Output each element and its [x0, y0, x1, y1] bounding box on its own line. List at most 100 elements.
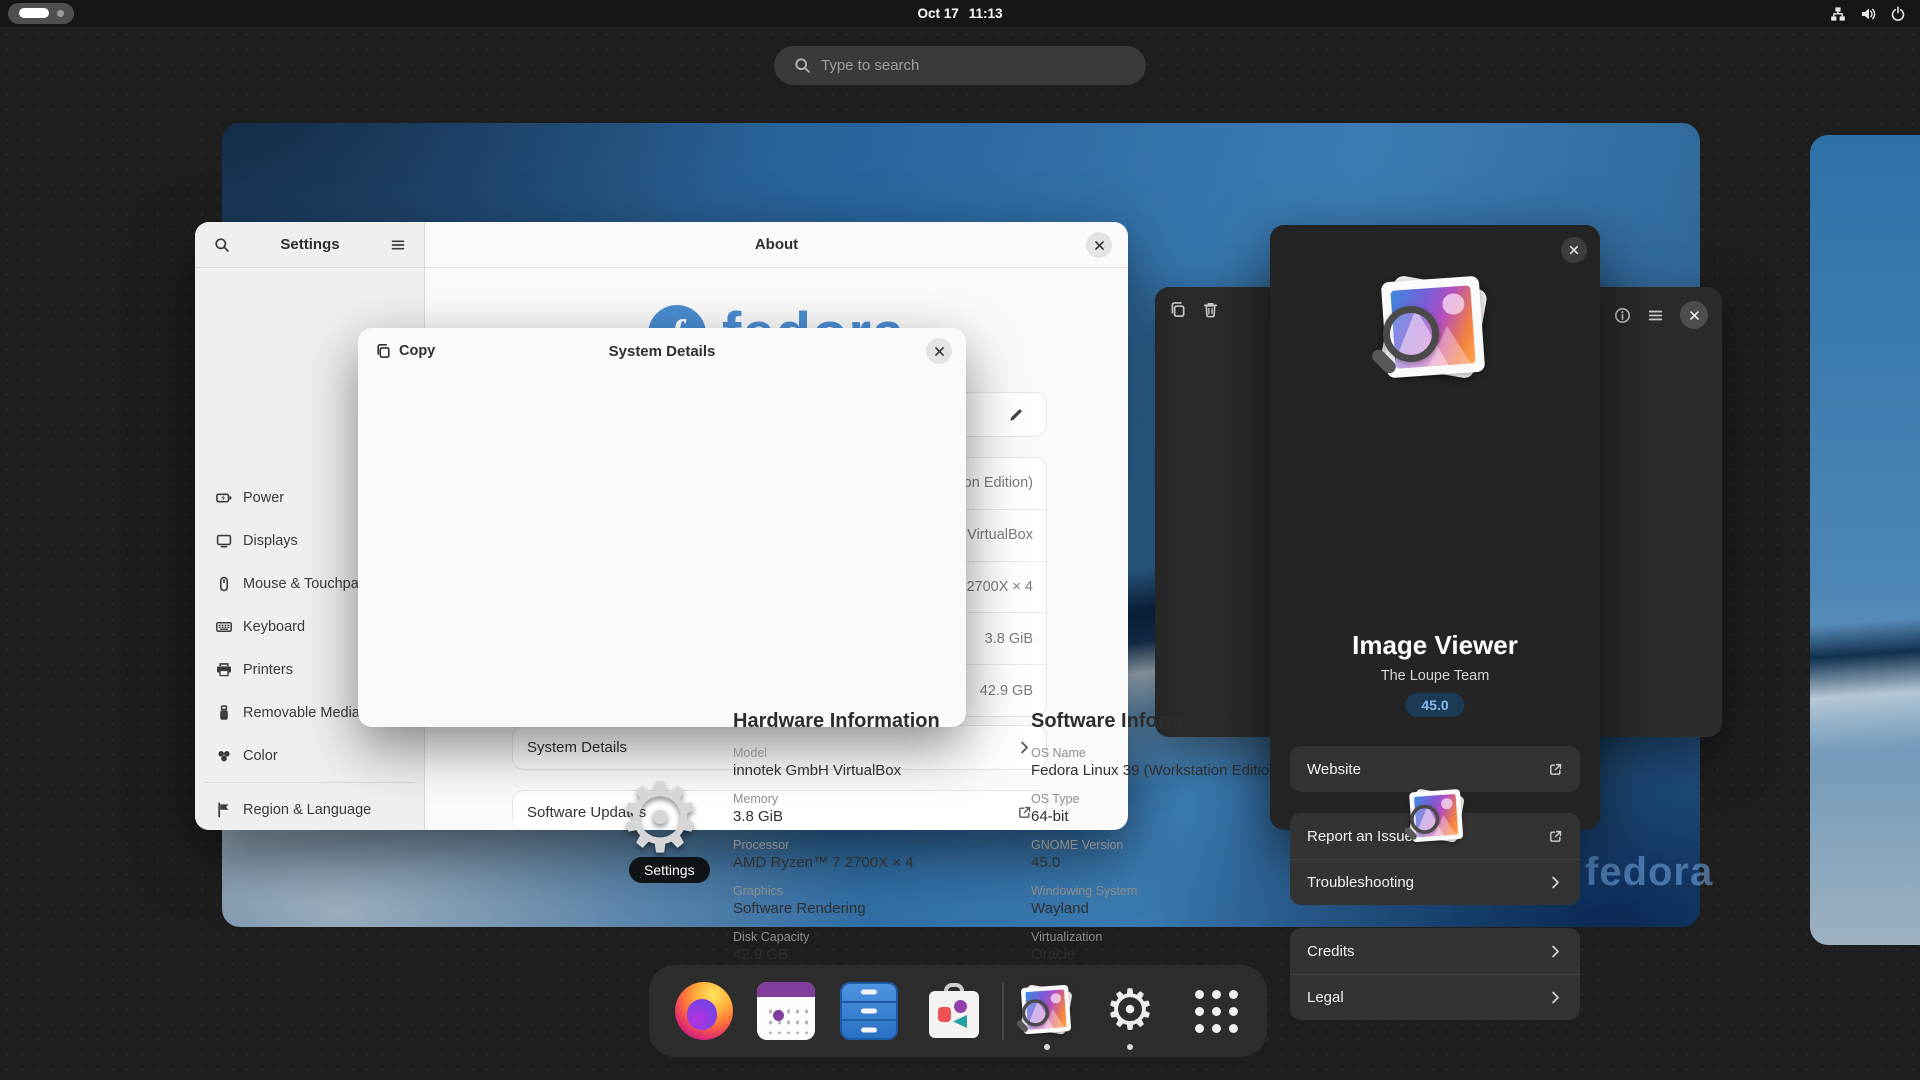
hamburger-menu-icon[interactable]: [1647, 307, 1664, 324]
clock-date: Oct 17: [917, 6, 959, 21]
field-os-name: OS Name Fedora Linux 39 (Workstation Edit…: [1031, 746, 1283, 779]
field-windowing: Windowing System Wayland: [1031, 884, 1138, 917]
volume-icon[interactable]: [1860, 6, 1876, 22]
legal-row[interactable]: Legal: [1290, 974, 1580, 1020]
sidebar-item-color[interactable]: Color: [203, 737, 417, 775]
power-icon[interactable]: [1890, 6, 1906, 22]
software-store-icon: [925, 982, 983, 1040]
dock-item-image-viewer[interactable]: [1015, 982, 1076, 1040]
external-link-icon: [1548, 829, 1563, 844]
network-wired-icon[interactable]: [1830, 6, 1846, 22]
copy-icon[interactable]: [1169, 301, 1186, 318]
image-viewer-app-icon: [1369, 270, 1495, 390]
about-page-header: About: [425, 222, 1128, 268]
file-cabinet-icon: [840, 982, 898, 1040]
keyboard-icon: [216, 619, 232, 635]
sidebar-separator: [205, 782, 415, 783]
sidebar-search-button[interactable]: [209, 232, 235, 258]
close-icon: [1568, 244, 1580, 256]
window-close-button[interactable]: [1680, 301, 1708, 329]
dock-item-files[interactable]: [840, 982, 898, 1040]
color-icon: [216, 748, 232, 764]
search-placeholder: Type to search: [821, 57, 920, 74]
dock-item-settings[interactable]: ⚙: [1101, 982, 1159, 1040]
chevron-right-icon: [1017, 740, 1032, 755]
clock-time: 11:13: [968, 6, 1003, 21]
flag-icon: [216, 802, 232, 818]
field-disk: Disk Capacity 42.9 GB: [733, 930, 810, 963]
system-status-area[interactable]: [1830, 0, 1906, 27]
troubleshooting-row[interactable]: Troubleshooting: [1290, 859, 1580, 905]
clock[interactable]: Oct 17 11:13: [0, 0, 1920, 27]
pencil-edit-icon[interactable]: [1008, 407, 1024, 423]
section-heading: Hardware Information: [733, 710, 940, 732]
copy-button[interactable]: Copy: [375, 343, 435, 359]
dialog-close-button[interactable]: [926, 338, 952, 364]
trash-icon[interactable]: [1202, 301, 1219, 318]
dialog-header: Copy System Details: [358, 328, 966, 374]
field-virtualization: Virtualization Oracle: [1031, 930, 1103, 963]
dock-item-software[interactable]: [925, 982, 983, 1040]
page-title: About: [754, 236, 799, 253]
usb-icon: [216, 705, 232, 721]
hamburger-menu-icon: [390, 237, 406, 253]
copy-icon: [375, 343, 391, 359]
firefox-icon: [675, 982, 733, 1040]
magnifier-icon: [1369, 306, 1439, 376]
dash-dock: ⚙: [649, 965, 1267, 1057]
credits-row[interactable]: Credits: [1290, 928, 1580, 974]
app-grid-icon: [1187, 982, 1245, 1040]
battery-icon: [216, 490, 232, 506]
field-processor: Processor AMD Ryzen™ 7 2700X × 4: [733, 838, 914, 871]
printer-icon: [216, 662, 232, 678]
chevron-right-icon: [1548, 875, 1563, 890]
app-developer: The Loupe Team: [1380, 668, 1490, 684]
hardware-info-column: Hardware Information Model innotek GmbH V…: [733, 710, 1013, 963]
loupe-toolbar-right: [1614, 301, 1708, 329]
sidebar-header: Settings: [195, 222, 425, 268]
chevron-right-icon: [1548, 944, 1563, 959]
dock-item-app-grid[interactable]: [1187, 982, 1245, 1040]
dock-item-firefox[interactable]: [675, 982, 733, 1040]
legal-group: Credits Legal: [1290, 928, 1580, 1020]
system-details-dialog[interactable]: Copy System Details Hardware Information…: [358, 328, 1283, 1009]
image-viewer-icon: [1015, 982, 1076, 1040]
running-indicator-settings: [1127, 1044, 1133, 1050]
field-os-type: OS Type 64-bit: [1031, 792, 1080, 825]
version-badge[interactable]: 45.0: [1405, 693, 1465, 717]
running-indicator-image-viewer: [1044, 1044, 1050, 1050]
workspace-preview-next[interactable]: [1810, 135, 1920, 945]
drag-tooltip-label: Settings: [629, 857, 710, 883]
top-bar: Oct 17 11:13: [0, 0, 1920, 27]
close-icon: [933, 345, 946, 358]
info-circle-icon[interactable]: [1614, 307, 1631, 324]
external-link-icon: [1017, 805, 1032, 820]
dock-separator: [1002, 982, 1004, 1040]
search-icon: [214, 237, 230, 253]
dialog-close-button[interactable]: [1561, 237, 1587, 263]
close-icon: [1093, 239, 1106, 252]
field-memory: Memory 3.8 GiB: [733, 792, 784, 825]
dock-item-calendar[interactable]: [757, 982, 815, 1040]
dragged-image-viewer-icon[interactable]: [1403, 786, 1468, 848]
gear-icon: ⚙: [1104, 978, 1156, 1043]
display-icon: [216, 533, 232, 549]
field-graphics: Graphics Software Rendering: [733, 884, 866, 917]
dialog-title: System Details: [608, 342, 716, 360]
app-title: Image Viewer: [1352, 630, 1518, 660]
chevron-right-icon: [1548, 990, 1563, 1005]
sidebar-title: Settings: [280, 236, 340, 253]
search-icon: [794, 57, 811, 74]
dragged-settings-gear-icon[interactable]: ⚙: [608, 766, 712, 870]
mouse-icon: [216, 576, 232, 592]
external-link-icon: [1548, 762, 1563, 777]
search-input[interactable]: Type to search: [774, 46, 1146, 85]
field-gnome-version: GNOME Version 45.0: [1031, 838, 1124, 871]
close-icon: [1688, 309, 1701, 322]
sidebar-item-region-language[interactable]: Region & Language: [203, 791, 417, 829]
section-heading: Software Information: [1031, 710, 1232, 732]
field-model: Model innotek GmbH VirtualBox: [733, 746, 902, 779]
sidebar-menu-button[interactable]: [385, 232, 411, 258]
settings-window-close-button[interactable]: [1086, 232, 1112, 258]
calendar-icon: [757, 982, 815, 1040]
